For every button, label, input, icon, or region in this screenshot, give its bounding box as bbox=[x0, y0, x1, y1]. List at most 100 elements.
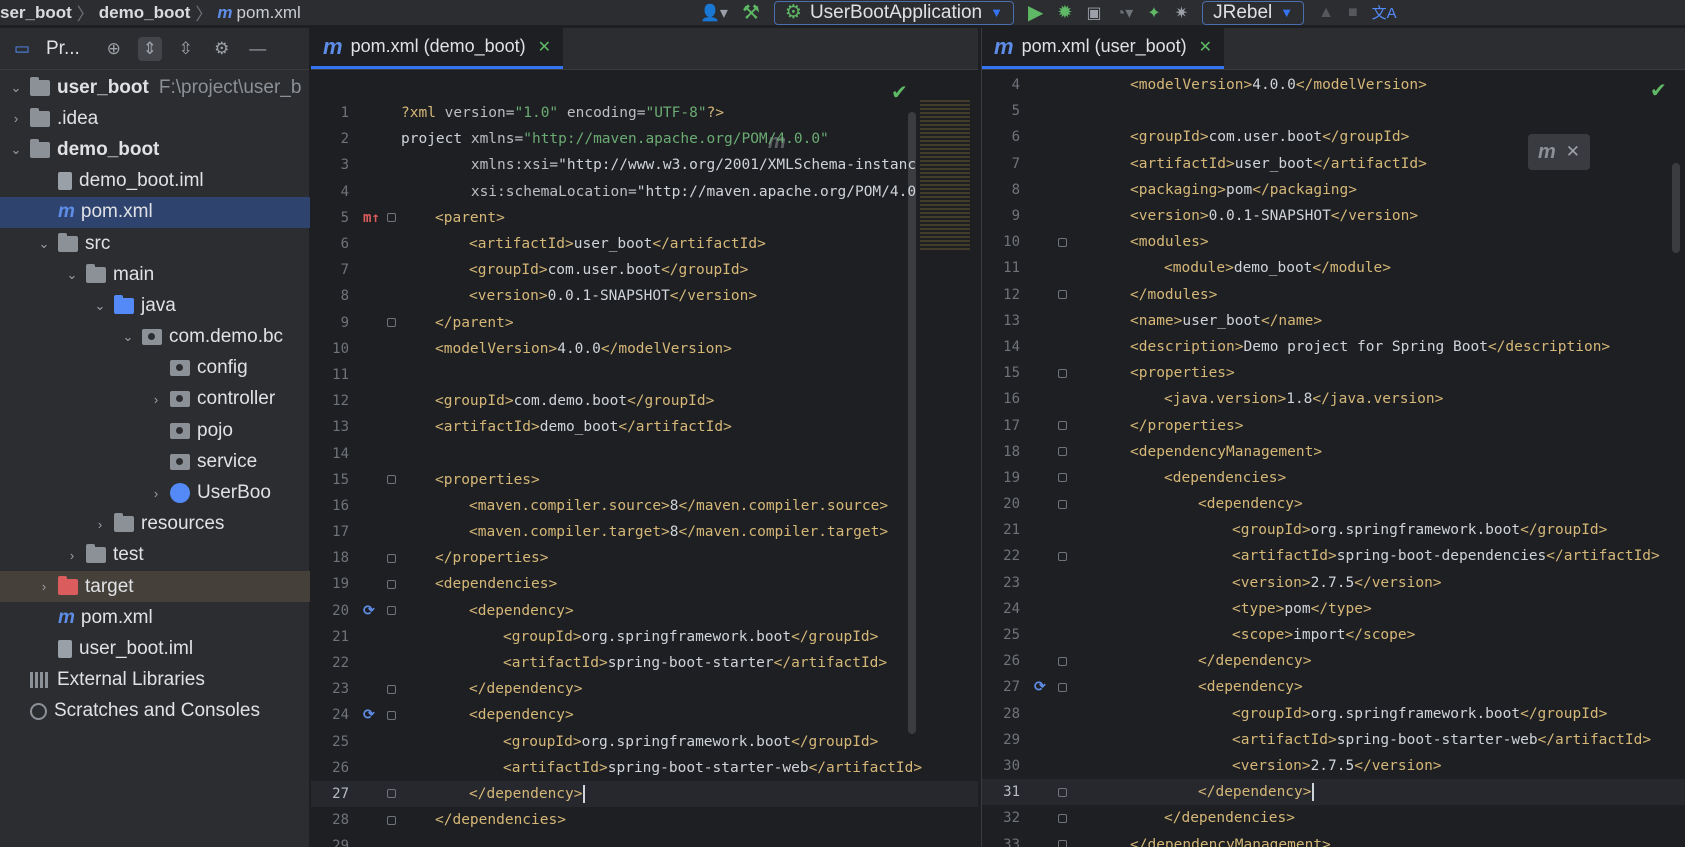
fold-marker[interactable] bbox=[1058, 237, 1067, 247]
tree-item[interactable]: ⌄ main bbox=[0, 259, 310, 290]
gutter[interactable] bbox=[353, 310, 401, 336]
tree-item[interactable]: › UserBoo bbox=[0, 477, 310, 508]
gutter[interactable] bbox=[353, 100, 401, 126]
gutter[interactable] bbox=[353, 440, 401, 466]
fold-marker[interactable] bbox=[387, 579, 396, 589]
stop-icon[interactable]: ■ bbox=[1348, 2, 1358, 24]
gutter[interactable] bbox=[1024, 753, 1072, 779]
tree-item[interactable]: External Libraries bbox=[0, 665, 310, 696]
fold-marker[interactable] bbox=[387, 710, 396, 720]
gutter[interactable] bbox=[353, 126, 401, 152]
chevron-right-icon[interactable]: › bbox=[92, 517, 108, 532]
code-line[interactable]: 31 </dependency> bbox=[982, 779, 1685, 806]
code-line[interactable]: 16 <java.version>1.8</java.version> bbox=[982, 386, 1685, 412]
fold-marker[interactable] bbox=[1058, 813, 1067, 823]
fold-marker[interactable] bbox=[1058, 290, 1067, 300]
gutter[interactable] bbox=[1024, 203, 1072, 229]
code-line[interactable]: 15 <properties> bbox=[982, 360, 1685, 386]
profiler-icon[interactable]: ◔▾ bbox=[1116, 2, 1134, 24]
run-icon[interactable]: ▶ bbox=[1028, 2, 1043, 24]
code-line[interactable]: 27 ⟳ <dependency> bbox=[982, 674, 1685, 700]
chevron-right-icon[interactable]: › bbox=[148, 486, 164, 501]
gutter[interactable] bbox=[1024, 255, 1072, 281]
fold-marker[interactable] bbox=[387, 684, 396, 694]
gutter[interactable] bbox=[1024, 386, 1072, 412]
code-line[interactable]: 29 bbox=[311, 833, 978, 847]
code-line[interactable]: 25 <groupId>org.springframework.boot</gro… bbox=[311, 729, 978, 755]
gutter[interactable] bbox=[353, 676, 401, 702]
fold-marker[interactable] bbox=[1058, 473, 1067, 483]
chevron-right-icon[interactable]: › bbox=[36, 579, 52, 594]
chevron-down-icon[interactable]: ⌄ bbox=[92, 298, 108, 314]
collapse-all-icon[interactable]: ⇳ bbox=[174, 37, 198, 61]
code-line[interactable]: 10 <modelVersion>4.0.0</modelVersion> bbox=[311, 336, 978, 362]
gutter[interactable] bbox=[1024, 491, 1072, 517]
vcs-update-icon[interactable]: ▲ bbox=[1318, 2, 1334, 24]
code-line[interactable]: 20 ⟳ <dependency> bbox=[311, 598, 978, 624]
chevron-right-icon[interactable]: › bbox=[148, 392, 164, 407]
code-line[interactable]: 1 ?xml version="1.0" encoding="UTF-8"?> bbox=[311, 100, 978, 126]
run-configuration-select[interactable]: ⚙ UserBootApplication ▼ bbox=[773, 0, 1014, 25]
project-panel-title[interactable]: Pr... bbox=[46, 38, 80, 60]
code-line[interactable]: 18 <dependencyManagement> bbox=[982, 439, 1685, 465]
coverage-icon[interactable]: ▣ bbox=[1086, 2, 1101, 24]
gutter[interactable] bbox=[1024, 805, 1072, 831]
locate-icon[interactable]: ⊕ bbox=[102, 37, 126, 61]
gutter[interactable] bbox=[1024, 543, 1072, 569]
gutter[interactable] bbox=[353, 414, 401, 440]
code-line[interactable]: 2 project xmlns="http://maven.apache.org/… bbox=[311, 126, 978, 152]
code-line[interactable]: 13 <artifactId>demo_boot</artifactId> bbox=[311, 414, 978, 440]
hide-icon[interactable]: — bbox=[246, 37, 270, 61]
code-line[interactable]: 25 <scope>import</scope> bbox=[982, 622, 1685, 648]
code-line[interactable]: 27 </dependency> bbox=[311, 780, 978, 808]
code-line[interactable]: 19 <dependencies> bbox=[311, 571, 978, 597]
fold-marker[interactable] bbox=[387, 475, 396, 485]
tree-item[interactable]: user_boot.iml bbox=[0, 633, 310, 664]
debug-icon[interactable]: ✹ bbox=[1057, 2, 1072, 24]
fold-marker[interactable] bbox=[1058, 447, 1067, 457]
code-line[interactable]: 23 </dependency> bbox=[311, 676, 978, 702]
gutter[interactable] bbox=[1024, 98, 1072, 124]
close-icon[interactable]: ✕ bbox=[538, 37, 551, 57]
code-line[interactable]: 29 <artifactId>spring-boot-starter-web</a… bbox=[982, 727, 1685, 753]
code-line[interactable]: 5 m↑ <parent> bbox=[311, 205, 978, 231]
gutter[interactable] bbox=[353, 336, 401, 362]
tree-item[interactable]: m pom.xml bbox=[0, 602, 310, 633]
gutter[interactable] bbox=[1024, 701, 1072, 727]
code-line[interactable]: 14 bbox=[311, 440, 978, 466]
code-line[interactable]: 9 <version>0.0.1-SNAPSHOT</version> bbox=[982, 203, 1685, 229]
tree-item[interactable]: ⌄ src bbox=[0, 228, 310, 259]
tree-item[interactable]: ⌄ user_boot F:\project\user_b bbox=[0, 72, 310, 103]
gear-icon[interactable]: ⚙ bbox=[210, 37, 234, 61]
code-line[interactable]: 21 <groupId>org.springframework.boot</gro… bbox=[982, 517, 1685, 543]
gutter[interactable] bbox=[1024, 151, 1072, 177]
code-line[interactable]: 7 <artifactId>user_boot</artifactId> bbox=[982, 151, 1685, 177]
gutter[interactable] bbox=[353, 231, 401, 257]
gutter[interactable] bbox=[353, 257, 401, 283]
fold-marker[interactable] bbox=[1058, 840, 1067, 847]
build-hammer-icon[interactable]: ⚒ bbox=[742, 2, 760, 24]
gutter[interactable] bbox=[353, 283, 401, 309]
tree-item[interactable]: demo_boot.iml bbox=[0, 166, 310, 197]
gutter[interactable] bbox=[353, 650, 401, 676]
gutter[interactable] bbox=[353, 807, 401, 833]
fold-marker[interactable] bbox=[387, 789, 396, 799]
chevron-down-icon[interactable]: ⌄ bbox=[8, 142, 24, 158]
code-line[interactable]: 17 </properties> bbox=[982, 412, 1685, 438]
gutter[interactable] bbox=[1024, 439, 1072, 465]
tree-item[interactable]: service bbox=[0, 446, 310, 477]
breadcrumb-module[interactable]: demo_boot bbox=[99, 3, 191, 23]
gutter[interactable]: ⟳ bbox=[1024, 674, 1072, 700]
close-icon[interactable]: ✕ bbox=[1199, 37, 1212, 57]
tree-item[interactable]: pojo bbox=[0, 415, 310, 446]
gutter[interactable]: ⟳ bbox=[353, 598, 401, 624]
code-line[interactable]: 10 <modules> bbox=[982, 229, 1685, 255]
gutter[interactable] bbox=[353, 755, 401, 781]
code-line[interactable]: 15 <properties> bbox=[311, 467, 978, 493]
code-line[interactable]: 17 <maven.compiler.target>8</maven.compil… bbox=[311, 519, 978, 545]
code-area[interactable]: 4 <modelVersion>4.0.0</modelVersion> 5 6 <gr… bbox=[982, 72, 1685, 847]
chevron-down-icon[interactable]: ⌄ bbox=[36, 236, 52, 252]
fold-marker[interactable] bbox=[1058, 682, 1067, 692]
code-line[interactable]: 8 <packaging>pom</packaging> bbox=[982, 177, 1685, 203]
gutter[interactable] bbox=[1024, 124, 1072, 150]
